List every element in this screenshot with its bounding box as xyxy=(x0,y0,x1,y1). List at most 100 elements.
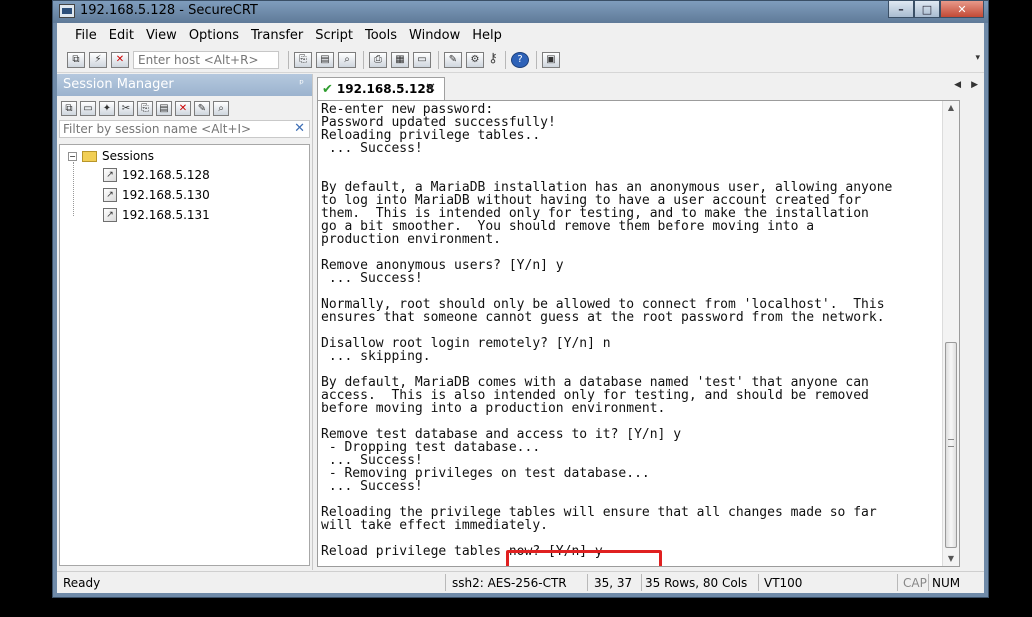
menu-bar: File Edit View Options Transfer Script T… xyxy=(57,23,984,47)
status-cap: CAP xyxy=(903,576,927,590)
disconnect-icon[interactable]: ✕ xyxy=(111,51,129,68)
client-area: File Edit View Options Transfer Script T… xyxy=(57,23,984,593)
menu-help[interactable]: Help xyxy=(466,28,508,43)
status-divider xyxy=(897,574,898,591)
terminal-line: ... Success! xyxy=(321,271,423,286)
scroll-down-icon[interactable]: ▼ xyxy=(943,552,959,566)
session-label: 192.168.5.131 xyxy=(122,208,210,222)
host-input[interactable] xyxy=(133,50,279,69)
print-icon[interactable]: ⎙ xyxy=(369,51,387,68)
find-session-icon[interactable]: ⌕ xyxy=(213,100,229,116)
status-bar: Ready ssh2: AES-256-CTR 35, 37 35 Rows, … xyxy=(57,571,984,593)
terminal-line: will take effect immediately. xyxy=(321,518,548,533)
session-filter-input[interactable] xyxy=(60,121,280,137)
session-manager-toolbar: ⧉ ▭ ✦ ✂ ⎘ ▤ ✕ ✎ ⌕ xyxy=(57,96,312,120)
scroll-thumb[interactable] xyxy=(945,342,957,548)
connect-tab-icon[interactable]: ▭ xyxy=(80,100,96,116)
tab-strip: ✔ 192.168.5.128 ✕ ◀ ▶ xyxy=(314,74,984,100)
cut-icon[interactable]: ✂ xyxy=(118,100,134,116)
menu-transfer[interactable]: Transfer xyxy=(245,28,309,43)
session-icon: ↗ xyxy=(103,208,117,222)
session-icon: ↗ xyxy=(103,168,117,182)
terminal-line: production environment. xyxy=(321,232,502,247)
tree-session-item[interactable]: ↗ 192.168.5.131 xyxy=(103,206,210,224)
folder-icon xyxy=(82,150,97,162)
status-divider xyxy=(445,574,446,591)
main-toolbar: ⧉ ⚡ ✕ ⎘ ▤ ⌕ ⎙ ▦ ▭ ✎ ⚙ ⚷ ? ▣ ▾ xyxy=(57,47,984,73)
maximize-button[interactable]: □ xyxy=(914,1,940,18)
menu-window[interactable]: Window xyxy=(403,28,466,43)
log-session-icon[interactable]: ▭ xyxy=(413,51,431,68)
print-setup-icon[interactable]: ▦ xyxy=(391,51,409,68)
delete-session-icon[interactable]: ✕ xyxy=(175,100,191,116)
menu-edit[interactable]: Edit xyxy=(103,28,140,43)
session-options-icon[interactable]: ✎ xyxy=(444,51,462,68)
tab-navigation: ◀ ▶ xyxy=(954,80,978,90)
clear-filter-icon[interactable]: ✕ xyxy=(294,121,305,137)
menu-options[interactable]: Options xyxy=(183,28,245,43)
connected-check-icon: ✔ xyxy=(322,81,333,97)
tree-session-item[interactable]: ↗ 192.168.5.128 xyxy=(103,166,210,184)
keymap-icon[interactable]: ⚷ xyxy=(488,51,498,68)
title-bar[interactable]: 192.168.5.128 - SecureCRT – □ ✕ xyxy=(53,1,988,23)
window-title: 192.168.5.128 - SecureCRT xyxy=(80,3,258,18)
securecrt-app-icon[interactable] xyxy=(59,4,75,18)
status-cursor: 35, 37 xyxy=(594,576,633,590)
paste-icon[interactable]: ▤ xyxy=(316,51,334,68)
copy-session-icon[interactable]: ⎘ xyxy=(137,100,153,116)
securecrt-window: 192.168.5.128 - SecureCRT – □ ✕ File Edi… xyxy=(52,0,989,598)
menu-view[interactable]: View xyxy=(140,28,183,43)
menu-tools[interactable]: Tools xyxy=(359,28,403,43)
tree-folder-sessions[interactable]: − Sessions xyxy=(68,147,154,165)
terminal-view[interactable]: Re-enter new password: Password updated s… xyxy=(317,100,960,567)
help-icon[interactable]: ? xyxy=(511,51,529,68)
tree-session-item[interactable]: ↗ 192.168.5.130 xyxy=(103,186,210,204)
terminal-line: before moving into a production environm… xyxy=(321,401,666,416)
session-icon: ↗ xyxy=(103,188,117,202)
tab-label: 192.168.5.128 xyxy=(336,82,435,96)
collapse-icon[interactable]: − xyxy=(68,151,77,161)
status-divider xyxy=(758,574,759,591)
global-options-icon[interactable]: ⚙ xyxy=(466,51,484,68)
tree-connector-line xyxy=(73,162,74,216)
status-cipher: ssh2: AES-256-CTR xyxy=(452,576,567,590)
scroll-up-icon[interactable]: ▲ xyxy=(943,101,959,115)
status-size: 35 Rows, 80 Cols xyxy=(645,576,748,590)
tab-session[interactable]: ✔ 192.168.5.128 ✕ xyxy=(317,77,445,100)
close-button[interactable]: ✕ xyxy=(940,1,984,18)
copy-icon[interactable]: ⎘ xyxy=(294,51,312,68)
tab-close-icon[interactable]: ✕ xyxy=(425,81,436,96)
new-session-icon[interactable]: ✦ xyxy=(99,100,115,116)
toolbar-separator xyxy=(505,50,506,69)
terminal-line: ... Success! xyxy=(321,479,423,494)
terminal-line: ... Success! xyxy=(321,141,423,156)
session-filter: ✕ xyxy=(59,120,310,138)
terminal-scrollbar[interactable]: ▲ ▼ xyxy=(942,101,959,566)
session-label: 192.168.5.128 xyxy=(122,168,210,182)
terminal-line: ... skipping. xyxy=(321,349,431,364)
sftp-icon[interactable]: ▣ xyxy=(542,51,560,68)
status-divider xyxy=(641,574,642,591)
find-icon[interactable]: ⌕ xyxy=(338,51,356,68)
toolbar-separator xyxy=(536,50,537,69)
connect-icon[interactable]: ⧉ xyxy=(67,51,85,68)
pin-icon[interactable]: ᵖ xyxy=(299,77,304,90)
status-divider xyxy=(587,574,588,591)
menu-file[interactable]: File xyxy=(69,28,103,43)
session-manager-header: Session Manager ᵖ xyxy=(57,74,312,96)
toolbar-separator xyxy=(438,50,439,69)
session-manager-panel: Session Manager ᵖ ⧉ ▭ ✦ ✂ ⎘ ▤ ✕ ✎ ⌕ ✕ xyxy=(57,74,313,570)
session-properties-icon[interactable]: ✎ xyxy=(194,100,210,116)
minimize-button[interactable]: – xyxy=(888,1,914,18)
toolbar-separator xyxy=(363,50,364,69)
status-divider xyxy=(928,574,929,591)
toolbar-overflow-icon[interactable]: ▾ xyxy=(975,53,980,63)
toolbar-separator xyxy=(288,50,289,69)
tab-right-arrow-icon[interactable]: ▶ xyxy=(971,80,978,90)
paste-session-icon[interactable]: ▤ xyxy=(156,100,172,116)
connect-session-icon[interactable]: ⧉ xyxy=(61,100,77,116)
tab-left-arrow-icon[interactable]: ◀ xyxy=(954,80,961,90)
menu-script[interactable]: Script xyxy=(309,28,359,43)
quick-connect-icon[interactable]: ⚡ xyxy=(89,51,107,68)
folder-label: Sessions xyxy=(102,149,155,163)
